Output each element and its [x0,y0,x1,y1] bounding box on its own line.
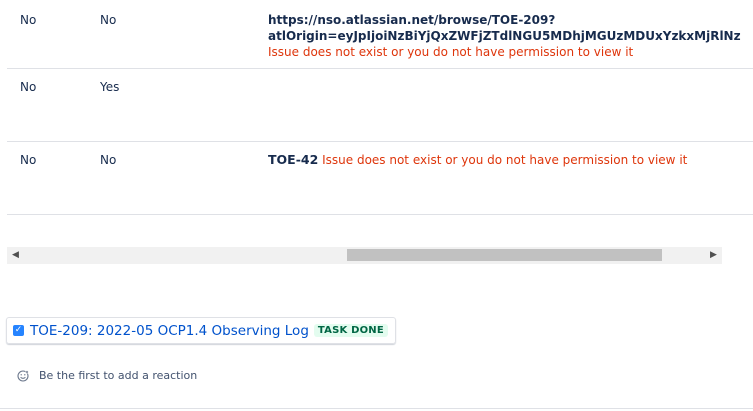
table-row: No Yes [7,69,753,142]
issue-error-message: Issue does not exist or you do not have … [322,153,688,167]
task-checkbox-icon[interactable]: ✓ [13,325,24,336]
add-reaction[interactable]: Be the first to add a reaction [17,369,197,382]
issue-error-message: Issue does not exist or you do not have … [268,45,634,59]
scroll-left-arrow-icon[interactable]: ◀ [7,247,24,264]
add-reaction-icon[interactable] [17,369,29,382]
table-row: No No TOE-42 Issue does not exist or you… [7,142,753,215]
results-table: No No https://nso.atlassian.net/browse/T… [7,0,753,246]
cell-col2: No [100,13,117,27]
scrollbar-thumb[interactable] [347,249,662,261]
task-title-link[interactable]: TOE-209: 2022-05 OCP1.4 Observing Log [30,323,309,339]
issue-url-line1[interactable]: https://nso.atlassian.net/browse/TOE-209… [268,12,741,28]
horizontal-scrollbar[interactable]: ◀ ▶ [7,247,722,264]
table-row: No No https://nso.atlassian.net/browse/T… [7,0,753,69]
scroll-right-arrow-icon[interactable]: ▶ [705,247,722,264]
cell-col2: Yes [100,80,120,94]
cell-col2: No [100,153,117,167]
reaction-prompt-text: Be the first to add a reaction [39,369,198,382]
task-item[interactable]: ✓ TOE-209: 2022-05 OCP1.4 Observing Log … [6,317,396,344]
issue-key[interactable]: TOE-42 [268,152,318,167]
status-badge: TASK DONE [313,324,388,337]
issue-url-line2[interactable]: atlOrigin=eyJpIjoiNzBiYjQxZWFjZTdlNGU5MD… [268,28,741,44]
issue-link-cell: TOE-42 Issue does not exist or you do no… [268,152,687,168]
cell-col1: No [20,13,37,27]
cell-col1: No [20,153,37,167]
divider [0,408,753,409]
cell-col1: No [20,80,37,94]
issue-link-cell: https://nso.atlassian.net/browse/TOE-209… [268,12,741,60]
